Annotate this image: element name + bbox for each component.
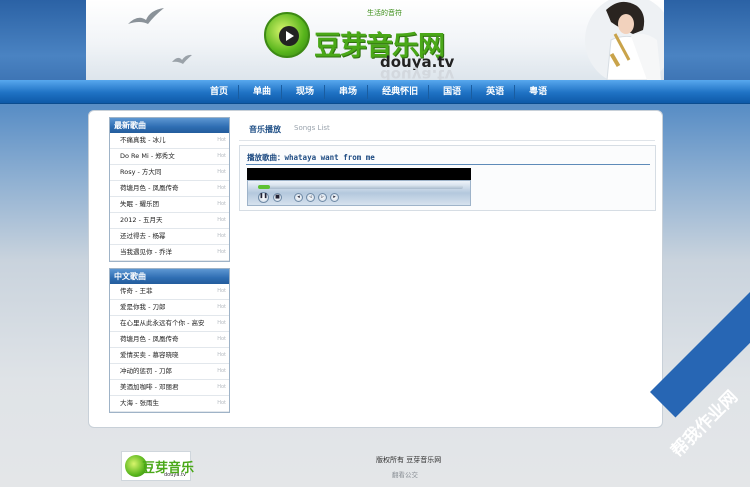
nav-item-home[interactable]: 首页 [210, 80, 228, 104]
now-playing-title: 播放歌曲：whataya want from me [247, 153, 375, 162]
copyright-text: 版权所有 豆芽音乐网 [376, 456, 442, 464]
song-item[interactable]: 不痛真我 - 冰儿 Hot [110, 133, 229, 149]
song-item[interactable]: 失眠 - 耀乐团 Hot [110, 197, 229, 213]
song-item[interactable]: 大海 - 张雨生 Hot [110, 396, 229, 412]
latest-songs-title: 最新歌曲 [110, 118, 229, 133]
song-item[interactable]: 爱情买卖 - 慕容晓晓 Hot [110, 348, 229, 364]
song-item[interactable]: 2012 - 五月天 Hot [110, 213, 229, 229]
bird-graphic [172, 54, 192, 64]
video-screen [247, 168, 471, 180]
nav-item-medley[interactable]: 串场 [339, 80, 357, 104]
song-item[interactable]: 荷塘月色 - 凤凰传奇 Hot [110, 181, 229, 197]
content-panel: 最新歌曲 不痛真我 - 冰儿 Hot Do Re Mi - 郑秀文 Hot Rosy… [88, 110, 663, 428]
previous-button[interactable]: ◂ [294, 193, 303, 202]
song-item[interactable]: 在心里从此永远有个你 - 高安 Hot [110, 316, 229, 332]
tab-songs-list[interactable]: Songs List [294, 124, 330, 132]
banner: 生活的音符 豆芽音乐网 douya.tv douya.tv [86, 0, 664, 80]
logo-slogan: 生活的音符 [367, 9, 402, 17]
song-item[interactable]: 荷塘月色 - 凤凰传奇 Hot [110, 332, 229, 348]
song-item[interactable]: 爱是你我 - 刀郎 Hot [110, 300, 229, 316]
rewind-button[interactable]: ◃ [306, 193, 315, 202]
footer-logo-domain: douya.tv [164, 472, 186, 478]
main-nav: 首页 单曲 现场 串场 经典怀旧 国语 英语 粤语 [0, 80, 750, 104]
logo-icon [264, 12, 310, 58]
next-button[interactable]: ▸ [330, 193, 339, 202]
song-item[interactable]: 当我遇见你 - 乔洋 Hot [110, 245, 229, 261]
song-item[interactable]: 冲动的惩罚 - 刀郎 Hot [110, 364, 229, 380]
song-item[interactable]: 美酒加咖啡 - 邓丽君 Hot [110, 380, 229, 396]
tab-divider [239, 140, 655, 141]
song-item[interactable]: Do Re Mi - 郑秀文 Hot [110, 149, 229, 165]
singer-photo [585, 0, 664, 80]
logo-domain-reflection: douya.tv [380, 66, 455, 80]
nav-item-classic[interactable]: 经典怀旧 [382, 80, 418, 104]
chinese-songs-title: 中文歌曲 [110, 269, 229, 284]
seek-bar[interactable] [258, 185, 463, 189]
song-item[interactable]: 还过得去 - 杨幂 Hot [110, 229, 229, 245]
stop-button[interactable]: ■ [273, 193, 282, 202]
song-item[interactable]: Rosy - 方大同 Hot [110, 165, 229, 181]
header: 生活的音符 豆芽音乐网 douya.tv douya.tv [0, 0, 750, 80]
forward-button[interactable]: ▹ [318, 193, 327, 202]
nav-item-live[interactable]: 现场 [296, 80, 314, 104]
footer-logo: 豆芽音乐 douya.tv [121, 451, 194, 481]
tab-music-play[interactable]: 音乐播放 [249, 124, 281, 135]
player-controls: ❚❚ ■ ◂ ◃ ▹ ▸ [247, 180, 471, 206]
bird-graphic [128, 8, 164, 24]
chinese-songs-box: 中文歌曲 传奇 - 王菲 Hot 爱是你我 - 刀郎 Hot 在心里从此永远有个你 … [109, 268, 230, 413]
title-underline [246, 164, 650, 165]
footer-link[interactable]: 翻看公交 [392, 469, 418, 479]
seek-progress [258, 185, 271, 189]
nav-item-singles[interactable]: 单曲 [253, 80, 271, 104]
nav-item-english[interactable]: 英语 [486, 80, 504, 104]
player-box: 播放歌曲：whataya want from me ❚❚ ■ ◂ ◃ ▹ ▸ [239, 145, 656, 211]
pause-button[interactable]: ❚❚ [258, 192, 269, 203]
song-item[interactable]: 传奇 - 王菲 Hot [110, 284, 229, 300]
nav-item-mandarin[interactable]: 国语 [443, 80, 461, 104]
nav-item-cantonese[interactable]: 粤语 [529, 80, 547, 104]
latest-songs-box: 最新歌曲 不痛真我 - 冰儿 Hot Do Re Mi - 郑秀文 Hot Rosy… [109, 117, 230, 262]
